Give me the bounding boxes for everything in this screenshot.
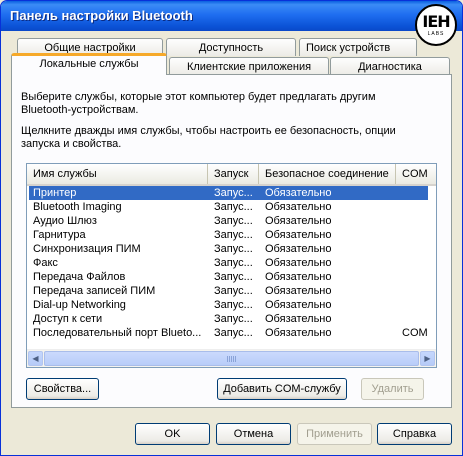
column-header-service-name[interactable]: Имя службы bbox=[27, 164, 208, 184]
tab-accessibility[interactable]: Доступность bbox=[166, 38, 296, 56]
service-cell-name: Dial-up Networking bbox=[33, 299, 126, 311]
bluetooth-settings-window: Панель настройки Bluetooth Общие настрой… bbox=[0, 0, 463, 456]
service-cell-name: Гарнитура bbox=[33, 229, 86, 241]
service-cell-name: Передача записей ПИМ bbox=[33, 285, 156, 297]
service-cell-name: Синхронизация ПИМ bbox=[33, 243, 141, 255]
column-header-secure-connection[interactable]: Безопасное соединение bbox=[259, 164, 396, 184]
service-cell-start: Запус... bbox=[214, 201, 253, 213]
services-list[interactable]: Имя службы Запуск Безопасное соединение … bbox=[26, 163, 437, 368]
service-cell-start: Запус... bbox=[214, 243, 253, 255]
service-row[interactable]: Передача записей ПИМ Запус... Обязательно bbox=[29, 284, 428, 298]
service-cell-secure: Обязательно bbox=[265, 257, 332, 269]
ok-button[interactable]: OK bbox=[135, 423, 210, 445]
service-cell-name: Факс bbox=[33, 257, 58, 269]
service-row[interactable]: Факс Запус... Обязательно bbox=[29, 256, 428, 270]
service-cell-start: Запус... bbox=[214, 313, 253, 325]
logo-text: IEH bbox=[422, 12, 450, 31]
service-cell-name: Последовательный порт Blueto... bbox=[33, 327, 202, 339]
description-line: Выберите службы, которые этот компьютер … bbox=[21, 91, 376, 103]
service-cell-name: Передача Файлов bbox=[33, 271, 126, 283]
description-line: Щелкните дважды имя службы, чтобы настро… bbox=[21, 125, 396, 137]
description-text-2: Щелкните дважды имя службы, чтобы настро… bbox=[21, 125, 441, 151]
add-com-service-button[interactable]: Добавить COM-службу bbox=[217, 378, 347, 400]
service-cell-secure: Обязательно bbox=[265, 187, 332, 199]
apply-button[interactable]: Применить bbox=[297, 423, 372, 445]
service-cell-com: COM bbox=[402, 327, 428, 339]
help-button[interactable]: Справка bbox=[377, 423, 452, 445]
service-cell-start: Запус... bbox=[214, 229, 253, 241]
cancel-button[interactable]: Отмена bbox=[216, 423, 291, 445]
properties-button[interactable]: Свойства... bbox=[26, 378, 99, 400]
service-cell-name: Принтер bbox=[33, 187, 77, 199]
description-line: Bluetooth-устройствам. bbox=[21, 104, 139, 116]
service-cell-start: Запус... bbox=[214, 187, 253, 199]
service-row[interactable]: Гарнитура Запус... Обязательно bbox=[29, 228, 428, 242]
ieh-labs-logo: IEH LABS bbox=[415, 4, 457, 46]
list-header: Имя службы Запуск Безопасное соединение … bbox=[27, 164, 436, 186]
service-row[interactable]: Последовательный порт Blueto... Запус... О… bbox=[29, 326, 428, 340]
service-cell-secure: Обязательно bbox=[265, 285, 332, 297]
service-cell-name: Доступ к сети bbox=[33, 313, 103, 325]
column-header-start[interactable]: Запуск bbox=[208, 164, 259, 184]
description-text-1: Выберите службы, которые этот компьютер … bbox=[21, 91, 441, 117]
service-cell-name: Bluetooth Imaging bbox=[33, 201, 122, 213]
tab-client-applications[interactable]: Клиентские приложения bbox=[169, 57, 329, 75]
grip-icon bbox=[226, 356, 237, 362]
service-cell-start: Запус... bbox=[214, 257, 253, 269]
logo-subtext: LABS bbox=[427, 31, 445, 37]
service-cell-name: Аудио Шлюз bbox=[33, 215, 97, 227]
delete-button[interactable]: Удалить bbox=[361, 378, 424, 400]
service-row[interactable]: Dial-up Networking Запус... Обязательно bbox=[29, 298, 428, 312]
title-bar[interactable]: Панель настройки Bluetooth bbox=[1, 1, 462, 31]
service-row[interactable]: Передача Файлов Запус... Обязательно bbox=[29, 270, 428, 284]
service-row[interactable]: Синхронизация ПИМ Запус... Обязательно bbox=[29, 242, 428, 256]
scroll-left-button[interactable]: ◀ bbox=[28, 351, 43, 366]
service-cell-secure: Обязательно bbox=[265, 229, 332, 241]
scroll-right-button[interactable]: ▶ bbox=[420, 351, 435, 366]
horizontal-scrollbar[interactable]: ◀ ▶ bbox=[27, 349, 436, 367]
service-cell-secure: Обязательно bbox=[265, 327, 332, 339]
service-cell-start: Запус... bbox=[214, 299, 253, 311]
service-cell-start: Запус... bbox=[214, 271, 253, 283]
scrollbar-thumb[interactable] bbox=[44, 351, 419, 366]
service-cell-start: Запус... bbox=[214, 215, 253, 227]
service-cell-secure: Обязательно bbox=[265, 243, 332, 255]
tab-local-services[interactable]: Локальные службы bbox=[11, 53, 167, 75]
column-header-com[interactable]: COM bbox=[396, 164, 436, 184]
service-cell-secure: Обязательно bbox=[265, 271, 332, 283]
tab-diagnostics[interactable]: Диагностика bbox=[330, 57, 450, 75]
service-cell-secure: Обязательно bbox=[265, 215, 332, 227]
service-cell-secure: Обязательно bbox=[265, 313, 332, 325]
service-row[interactable]: Аудио Шлюз Запус... Обязательно bbox=[29, 214, 428, 228]
service-row[interactable]: Доступ к сети Запус... Обязательно bbox=[29, 312, 428, 326]
description-line: запуска и свойства. bbox=[21, 138, 122, 150]
service-row[interactable]: Bluetooth Imaging Запус... Обязательно bbox=[29, 200, 428, 214]
service-row[interactable]: Принтер Запус... Обязательно bbox=[29, 186, 428, 200]
service-cell-start: Запус... bbox=[214, 327, 253, 339]
window-title: Панель настройки Bluetooth bbox=[10, 8, 193, 23]
service-cell-secure: Обязательно bbox=[265, 201, 332, 213]
service-cell-secure: Обязательно bbox=[265, 299, 332, 311]
tab-device-search[interactable]: Поиск устройств bbox=[299, 38, 417, 56]
service-cell-start: Запус... bbox=[214, 285, 253, 297]
